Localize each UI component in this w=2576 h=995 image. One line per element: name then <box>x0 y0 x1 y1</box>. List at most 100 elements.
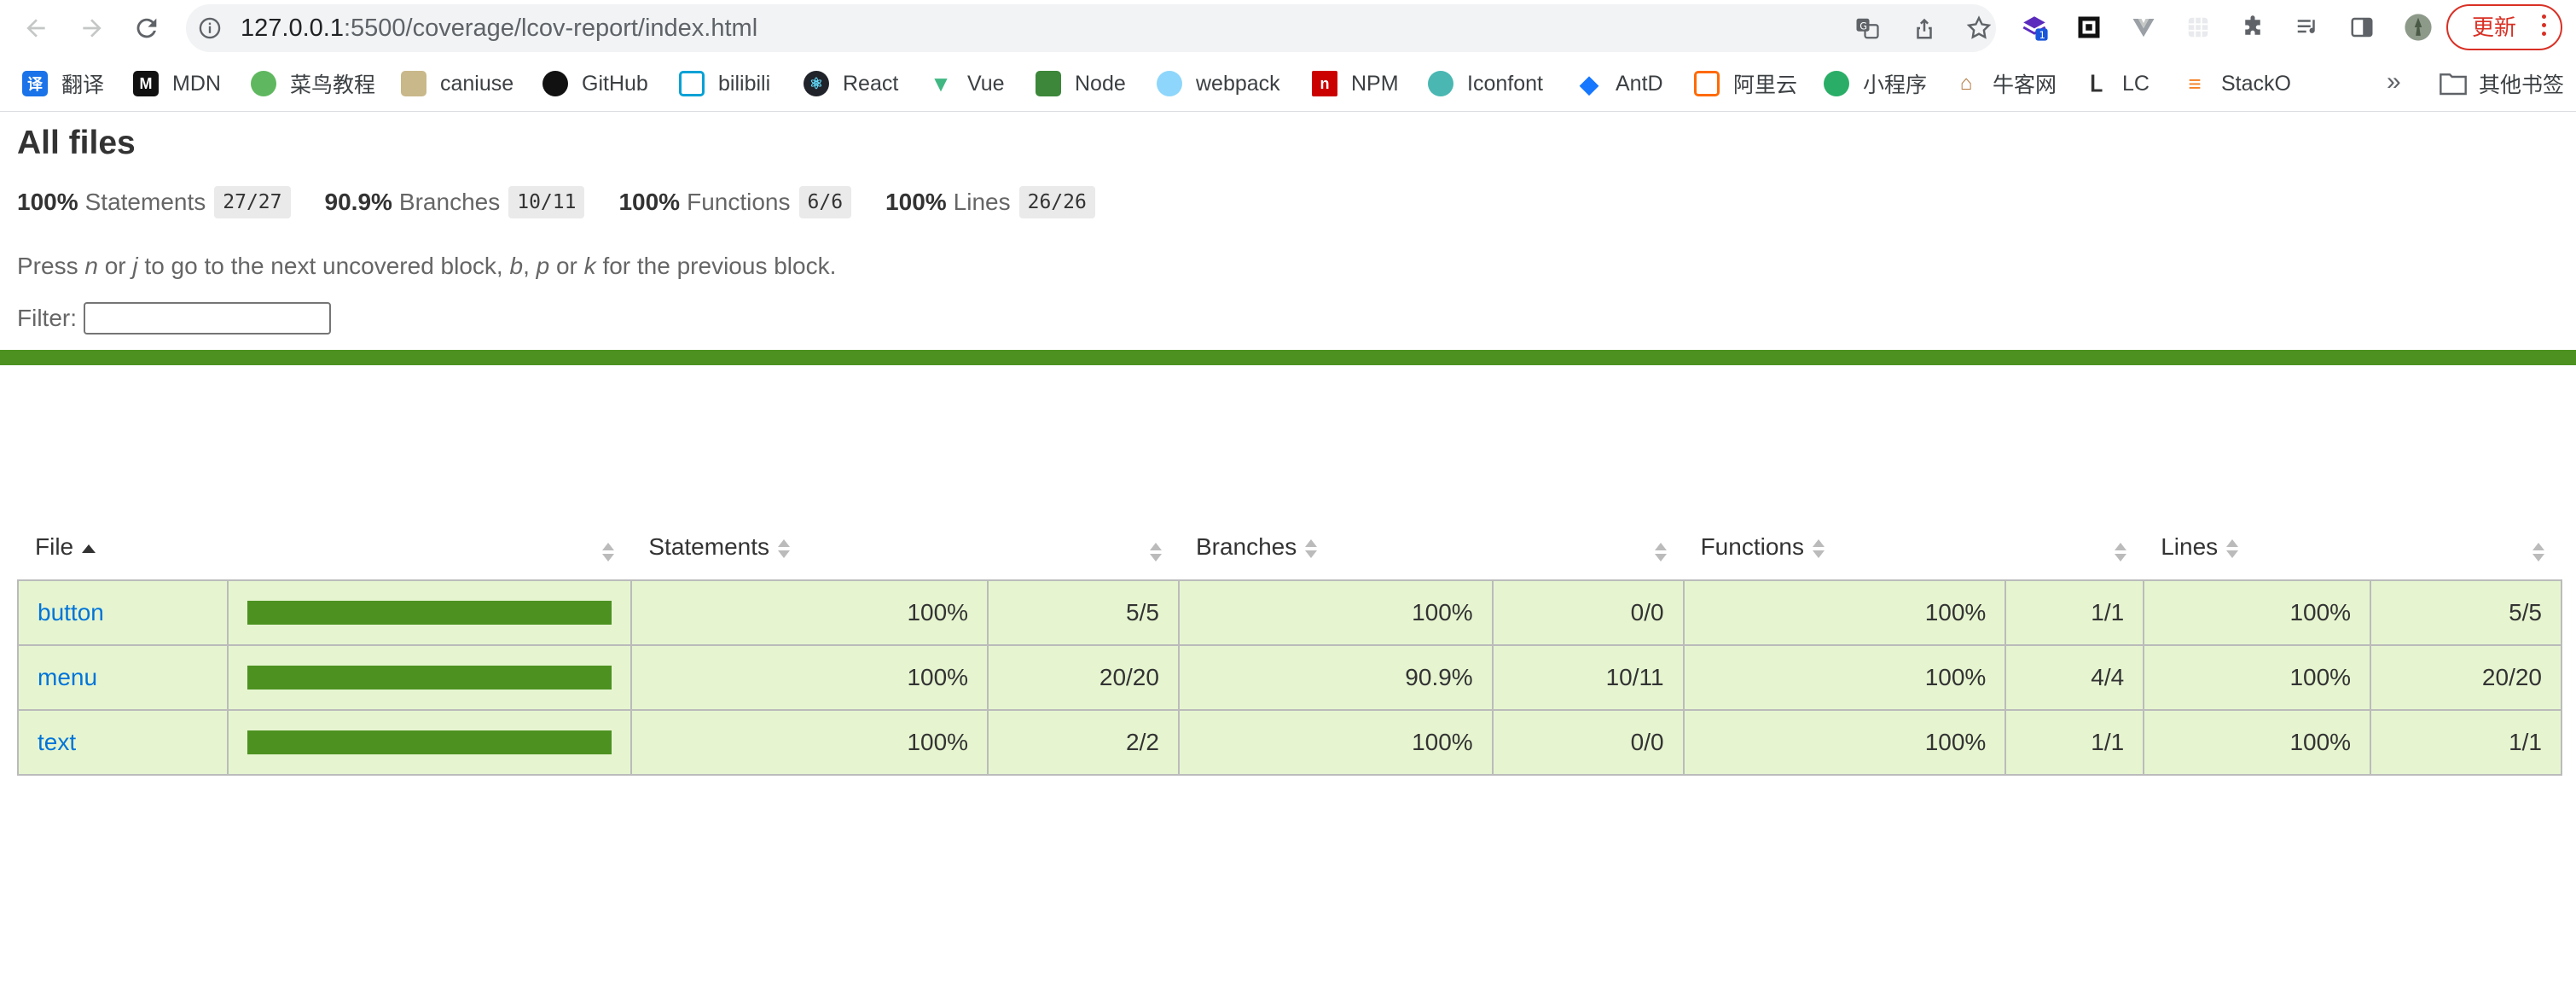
coverage-status-line <box>0 349 2576 365</box>
summary-pct: 100% <box>618 188 681 215</box>
filter-label: Filter: <box>17 304 77 331</box>
bookmark-item[interactable]: Node <box>1036 56 1126 111</box>
statements-fraction: 2/2 <box>987 709 1180 776</box>
bookmark-item[interactable]: ≡ StackO <box>2182 56 2291 111</box>
bookmark-label: Iconfont <box>1467 71 1543 96</box>
bookmark-label: NPM <box>1351 71 1399 96</box>
bookmark-item[interactable]: 阿里云 <box>1694 56 1797 111</box>
bookmark-label: Vue <box>967 71 1005 96</box>
bookmark-item[interactable]: GitHub <box>542 56 648 111</box>
back-button[interactable] <box>17 9 55 47</box>
summary-label: Statements <box>84 188 206 215</box>
bookmark-label: 菜鸟教程 <box>290 73 376 97</box>
bookmark-item[interactable]: ◆ AntD <box>1576 56 1662 111</box>
reload-button[interactable] <box>128 9 165 47</box>
lines-fraction: 1/1 <box>2370 709 2562 776</box>
bookmark-item[interactable]: ⚛ React <box>804 56 898 111</box>
hint-text: Press <box>17 252 85 279</box>
functions-pct: 100% <box>1682 709 2007 776</box>
bookmark-item[interactable]: 小程序 <box>1824 56 1927 111</box>
bookmarks-overflow-button[interactable]: » <box>2387 56 2401 111</box>
file-cell: button <box>17 579 229 646</box>
functions-fraction: 4/4 <box>2005 644 2145 711</box>
column-header-branches-raw[interactable] <box>1493 515 1684 580</box>
column-header-statements-raw[interactable] <box>988 515 1179 580</box>
summary-lines: 100% Lines 26/26 <box>885 185 1095 218</box>
column-header-statements[interactable]: Statements <box>631 515 988 580</box>
lines-pct: 100% <box>2143 709 2372 776</box>
profile-avatar[interactable] <box>2404 13 2433 42</box>
qr-code-icon[interactable] <box>2074 13 2103 42</box>
caniuse-icon <box>401 71 426 96</box>
bookmark-item[interactable]: 译翻译 <box>22 56 104 111</box>
summary-fraction: 10/11 <box>508 185 585 218</box>
column-header-lines[interactable]: Lines <box>2144 515 2370 580</box>
filter-input[interactable] <box>84 301 331 335</box>
bookmark-label: webpack <box>1196 71 1280 96</box>
site-info-icon[interactable] <box>198 16 222 44</box>
coverage-bar <box>247 730 612 754</box>
sort-icon <box>778 538 790 559</box>
functions-pct: 100% <box>1682 579 2007 646</box>
lines-fraction: 20/20 <box>2370 644 2562 711</box>
column-header-lines-raw[interactable] <box>2370 515 2561 580</box>
translate-icon: 译 <box>22 71 48 96</box>
grid-extension-icon[interactable] <box>2184 13 2213 42</box>
bookmark-item[interactable]: bilibili <box>679 56 770 111</box>
bookmark-item[interactable]: M MDN <box>133 56 221 111</box>
bookmark-item[interactable]: 菜鸟教程 <box>251 56 375 111</box>
bookmark-label: StackO <box>2221 71 2291 96</box>
branches-pct: 90.9% <box>1177 644 1494 711</box>
branches-fraction: 10/11 <box>1491 644 1685 711</box>
coverage-bar-fill <box>247 666 612 690</box>
column-label: Functions <box>1700 533 1804 560</box>
coverage-bar-cell <box>226 644 633 711</box>
column-header-file[interactable]: File <box>18 515 228 580</box>
sort-icon <box>602 537 615 562</box>
summary-pct: 100% <box>17 188 78 215</box>
address-bar[interactable]: 127.0.0.1:5500/coverage/lcov-report/inde… <box>186 4 1996 52</box>
aliyun-icon <box>1694 71 1720 96</box>
extension-badge-icon[interactable]: 1 <box>2020 13 2049 42</box>
forward-button[interactable] <box>73 9 111 47</box>
sort-icon <box>1149 537 1162 562</box>
file-link[interactable]: text <box>38 729 76 755</box>
file-link[interactable]: menu <box>38 664 97 690</box>
translate-page-icon[interactable]: G <box>1854 15 1881 42</box>
extensions-puzzle-icon[interactable] <box>2238 13 2267 42</box>
bookmark-item[interactable]: Iconfont <box>1428 56 1543 111</box>
node-icon <box>1036 71 1061 96</box>
bookmark-label: 小程序 <box>1863 73 1928 97</box>
other-bookmarks-folder[interactable]: 其他书签 <box>2440 56 2564 111</box>
page-title: All files <box>17 125 136 161</box>
vue-devtools-icon[interactable] <box>2129 13 2158 42</box>
sort-icon <box>2532 537 2544 562</box>
bookmark-item[interactable]: webpack <box>1157 56 1280 111</box>
coverage-summary: 100% Statements 27/27 90.9% Branches 10/… <box>17 183 2559 222</box>
bookmark-item[interactable]: n NPM <box>1312 56 1399 111</box>
coverage-bar <box>247 666 612 690</box>
column-header-branches[interactable]: Branches <box>1179 515 1493 580</box>
share-icon[interactable] <box>1911 15 1938 42</box>
summary-label: Branches <box>398 188 501 215</box>
bookmark-star-icon[interactable] <box>1965 15 1993 42</box>
column-header-functions[interactable]: Functions <box>1684 515 2006 580</box>
sort-icon <box>1305 538 1318 559</box>
bookmark-item[interactable]: caniuse <box>401 56 513 111</box>
update-button[interactable]: 更新 <box>2446 4 2562 50</box>
file-link[interactable]: button <box>38 599 104 626</box>
antd-icon: ◆ <box>1580 70 1598 97</box>
column-header-file-bar[interactable] <box>228 515 632 580</box>
bookmark-item[interactable]: ▼ Vue <box>928 56 1005 111</box>
side-panel-icon[interactable] <box>2347 13 2376 42</box>
bookmark-item[interactable]: ᒪ LC <box>2083 56 2150 111</box>
url-text[interactable]: 127.0.0.1:5500/coverage/lcov-report/inde… <box>241 4 757 52</box>
column-header-functions-raw[interactable] <box>2005 515 2144 580</box>
reading-list-icon[interactable] <box>2293 13 2322 42</box>
bookmarks-bar: 译翻译 M MDN 菜鸟教程 caniuse GitHub bilibili ⚛ R… <box>0 56 2576 112</box>
sort-icon <box>1654 537 1667 562</box>
table-header-row: File Statements Branches Functions Lines <box>18 515 2561 580</box>
folder-icon <box>2440 73 2467 96</box>
bookmark-item[interactable]: ⌂ 牛客网 <box>1953 56 2057 111</box>
coverage-report-page: All files 100% Statements 27/27 90.9% Br… <box>0 112 2576 776</box>
